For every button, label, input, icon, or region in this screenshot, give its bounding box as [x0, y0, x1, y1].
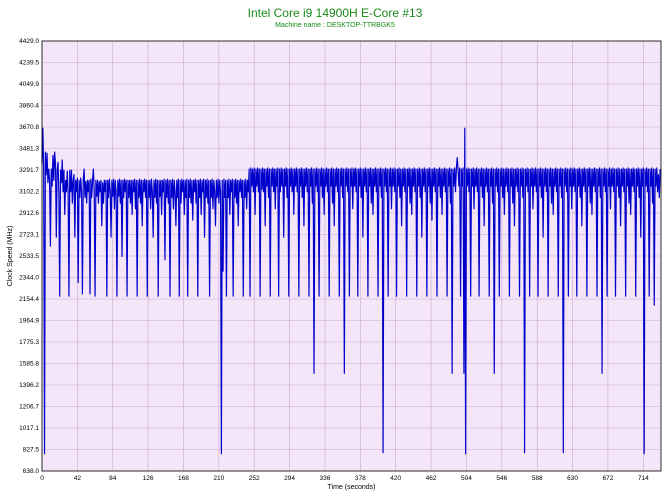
x-tick-label: 294	[284, 475, 295, 482]
y-tick-label: 2723.1	[19, 232, 39, 239]
y-tick-label: 4429.0	[19, 38, 39, 45]
x-tick-label: 0	[40, 475, 44, 482]
y-tick-label: 2344.0	[19, 275, 39, 282]
y-tick-label: 1964.9	[19, 318, 39, 325]
y-tick-label: 3291.7	[19, 167, 39, 174]
y-tick-label: 3481.3	[19, 146, 39, 153]
y-tick-label: 4239.5	[19, 60, 39, 67]
y-tick-label: 638.0	[23, 468, 40, 475]
x-tick-label: 546	[496, 475, 507, 482]
y-axis-ticks: 638.0 827.5 1017.1 1206.7 1396.2 1585.8 1775.3…	[19, 38, 39, 475]
x-tick-label: 672	[603, 475, 614, 482]
x-tick-label: 168	[178, 475, 189, 482]
y-tick-label: 3102.2	[19, 189, 39, 196]
x-tick-label: 126	[143, 475, 154, 482]
y-tick-label: 2154.4	[19, 296, 39, 303]
x-tick-label: 378	[355, 475, 366, 482]
y-tick-label: 3860.4	[19, 103, 39, 110]
chart-canvas: 638.0 827.5 1017.1 1206.7 1396.2 1585.8 1775.3…	[7, 38, 662, 491]
x-tick-label: 210	[213, 475, 224, 482]
x-tick-label: 588	[532, 475, 543, 482]
x-tick-label: 630	[567, 475, 578, 482]
y-tick-label: 4049.9	[19, 81, 39, 88]
x-axis-label: Time (seconds)	[328, 484, 376, 491]
y-tick-label: 827.5	[23, 447, 40, 454]
y-tick-label: 3670.8	[19, 124, 39, 131]
y-tick-label: 2533.5	[19, 253, 39, 260]
x-tick-label: 336	[320, 475, 331, 482]
x-tick-label: 252	[249, 475, 260, 482]
x-tick-label: 504	[461, 475, 472, 482]
y-tick-label: 1585.8	[19, 361, 39, 368]
x-tick-label: 42	[74, 475, 82, 482]
x-axis-ticks: 0 42 84 126 168 210 252 294 336 378 420 462 504 546 58…	[40, 475, 649, 482]
y-tick-label: 1017.1	[19, 425, 39, 432]
y-axis-label: Clock Speed (MHz)	[7, 226, 14, 287]
y-tick-label: 1775.3	[19, 339, 39, 346]
x-tick-label: 462	[426, 475, 437, 482]
y-tick-label: 1206.7	[19, 404, 39, 411]
x-tick-label: 420	[390, 475, 401, 482]
y-tick-label: 2912.6	[19, 210, 39, 217]
x-tick-label: 84	[109, 475, 117, 482]
y-tick-label: 1396.2	[19, 382, 39, 389]
chart: Intel Core i9 14900H E-Core #13 Machine …	[0, 0, 670, 503]
x-tick-label: 714	[638, 475, 649, 482]
